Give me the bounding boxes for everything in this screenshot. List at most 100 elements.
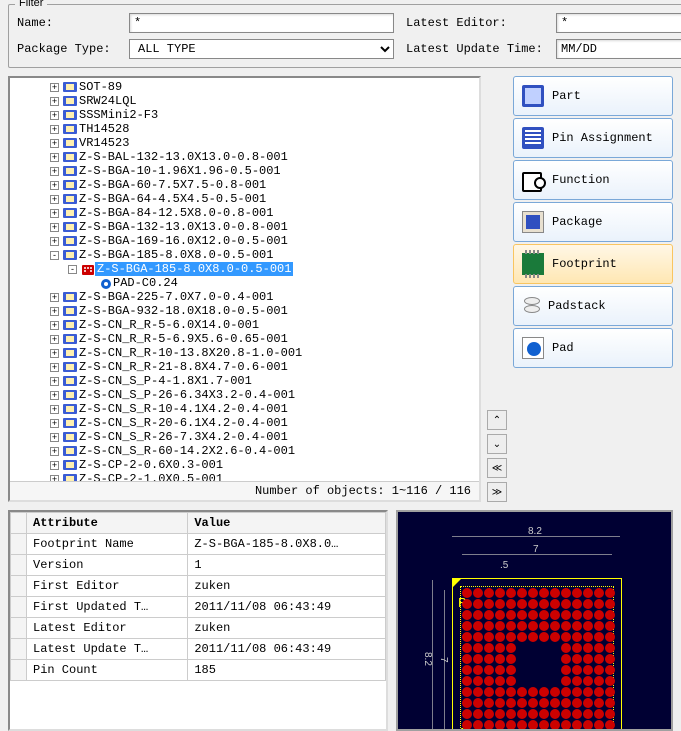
move-up-button[interactable]: ⌃ xyxy=(487,410,507,430)
expand-icon[interactable]: + xyxy=(50,405,59,414)
expand-icon[interactable]: + xyxy=(50,125,59,134)
col-value[interactable]: Value xyxy=(188,513,386,534)
expand-icon[interactable]: + xyxy=(50,321,59,330)
table-row[interactable]: Footprint NameZ-S-BGA-185-8.0X8.0… xyxy=(11,534,386,555)
expand-icon[interactable]: + xyxy=(50,475,59,482)
pkg-icon xyxy=(63,179,77,191)
tree-item[interactable]: +TH14528 xyxy=(12,122,479,136)
expand-icon[interactable]: + xyxy=(50,153,59,162)
expand-icon[interactable]: + xyxy=(50,461,59,470)
tree-item[interactable]: +Z-S-BAL-132-13.0X13.0-0.8-001 xyxy=(12,150,479,164)
part-icon xyxy=(522,85,544,107)
tree-item[interactable]: +Z-S-BGA-132-13.0X13.0-0.8-001 xyxy=(12,220,479,234)
expand-icon[interactable]: + xyxy=(50,97,59,106)
expand-icon[interactable]: + xyxy=(50,307,59,316)
category-part[interactable]: Part xyxy=(513,76,673,116)
tree-item[interactable]: +Z-S-CN_R_R-21-8.8X4.7-0.6-001 xyxy=(12,360,479,374)
category-pad[interactable]: Pad xyxy=(513,328,673,368)
expand-icon[interactable]: + xyxy=(50,237,59,246)
expand-icon[interactable]: + xyxy=(50,167,59,176)
tree-item[interactable]: +Z-S-CN_S_R-26-7.3X4.2-0.4-001 xyxy=(12,430,479,444)
package-type-select[interactable]: ALL TYPE xyxy=(129,39,394,59)
tree-item[interactable]: +Z-S-CN_S_R-10-4.1X4.2-0.4-001 xyxy=(12,402,479,416)
expand-icon[interactable]: + xyxy=(50,83,59,92)
expand-icon[interactable]: + xyxy=(50,139,59,148)
category-label: Pin Assignment xyxy=(552,131,653,145)
expand-icon[interactable]: + xyxy=(50,377,59,386)
table-row[interactable]: Version1 xyxy=(11,555,386,576)
bga-ball xyxy=(583,687,593,697)
tree-item[interactable]: +Z-S-BGA-225-7.0X7.0-0.4-001 xyxy=(12,290,479,304)
attr-value: zuken xyxy=(188,576,386,597)
expand-icon[interactable]: + xyxy=(50,363,59,372)
tree-item[interactable]: + Z-S-CN_R_R-5-6.9X5.6-0.65-001 xyxy=(12,332,479,346)
latest-editor-input[interactable] xyxy=(556,13,681,33)
category-func[interactable]: Function xyxy=(513,160,673,200)
attr-value: Z-S-BGA-185-8.0X8.0… xyxy=(188,534,386,555)
bga-ball xyxy=(550,687,560,697)
tree-item[interactable]: +Z-S-CN_S_R-20-6.1X4.2-0.4-001 xyxy=(12,416,479,430)
expand-icon[interactable]: + xyxy=(50,447,59,456)
expand-icon[interactable]: + xyxy=(50,111,59,120)
expand-icon[interactable]: - xyxy=(68,265,77,274)
tree-item[interactable]: +SSSMini2-F3 xyxy=(12,108,479,122)
tree-item[interactable]: PAD-C0.24 xyxy=(12,276,479,290)
category-pin[interactable]: Pin Assignment xyxy=(513,118,673,158)
bga-ball xyxy=(539,676,549,686)
table-row[interactable]: Pin Count185 xyxy=(11,660,386,681)
expand-icon[interactable]: + xyxy=(50,209,59,218)
bga-ball xyxy=(550,610,560,620)
tree-item[interactable]: -Z-S-BGA-185-8.0X8.0-0.5-001 xyxy=(12,248,479,262)
tree-item[interactable]: +Z-S-CN_S_R-60-14.2X2.6-0.4-001 xyxy=(12,444,479,458)
table-row[interactable]: First Updated T…2011/11/08 06:43:49 xyxy=(11,597,386,618)
table-row[interactable]: Latest Editorzuken xyxy=(11,618,386,639)
bga-ball xyxy=(473,643,483,653)
name-input[interactable] xyxy=(129,13,394,33)
expand-icon[interactable]: + xyxy=(50,223,59,232)
expand-icon[interactable]: - xyxy=(50,251,59,260)
latest-update-input[interactable] xyxy=(556,39,681,59)
expand-icon[interactable]: + xyxy=(50,195,59,204)
move-bottom-button[interactable]: ≫ xyxy=(487,482,507,502)
category-pkg[interactable]: Package xyxy=(513,202,673,242)
footprint-preview[interactable]: 8.2 7 .5 8.2 7 R A xyxy=(396,510,673,731)
tree-item[interactable]: + Z-S-CN_S_P-26-6.34X3.2-0.4-001 xyxy=(12,388,479,402)
bga-ball xyxy=(506,698,516,708)
category-fp[interactable]: Footprint xyxy=(513,244,673,284)
table-row[interactable]: Latest Update T…2011/11/08 06:43:49 xyxy=(11,639,386,660)
expand-icon[interactable]: + xyxy=(50,293,59,302)
tree-item[interactable]: +Z-S-CN_S_P-4-1.8X1.7-001 xyxy=(12,374,479,388)
col-attribute[interactable]: Attribute xyxy=(27,513,188,534)
tree-item[interactable]: - Z-S-BGA-185-8.0X8.0-0.5-001 xyxy=(12,262,479,276)
expand-icon[interactable]: + xyxy=(50,391,59,400)
tree-item[interactable]: +Z-S-BGA-932-18.0X18.0-0.5-001 xyxy=(12,304,479,318)
expand-icon[interactable]: + xyxy=(50,181,59,190)
tree-item[interactable]: +SRW24LQL xyxy=(12,94,479,108)
category-pst[interactable]: Padstack xyxy=(513,286,673,326)
bga-ball xyxy=(473,687,483,697)
tree-scroll[interactable]: +SOT-89+SRW24LQL+SSSMini2-F3+TH14528+VR1… xyxy=(10,78,479,481)
tree-item[interactable]: +Z-S-BGA-10-1.96X1.96-0.5-001 xyxy=(12,164,479,178)
expand-icon[interactable]: + xyxy=(50,433,59,442)
tree-item-label: Z-S-BGA-169-16.0X12.0-0.5-001 xyxy=(79,234,288,248)
tree-item[interactable]: + Z-S-BGA-169-16.0X12.0-0.5-001 xyxy=(12,234,479,248)
tree-item[interactable]: +Z-S-CN_R_R-10-13.8X20.8-1.0-001 xyxy=(12,346,479,360)
expand-icon[interactable]: + xyxy=(50,335,59,344)
tree-item[interactable]: +SOT-89 xyxy=(12,80,479,94)
tree-item-label: Z-S-CN_R_R-5-6.9X5.6-0.65-001 xyxy=(79,332,288,346)
tree-item[interactable]: +Z-S-CP-2-0.6X0.3-001 xyxy=(12,458,479,472)
bga-ball xyxy=(495,599,505,609)
tree-item-label: Z-S-BGA-185-8.0X8.0-0.5-001 xyxy=(95,262,293,276)
expand-icon[interactable]: + xyxy=(50,419,59,428)
move-down-button[interactable]: ⌄ xyxy=(487,434,507,454)
move-top-button[interactable]: ≪ xyxy=(487,458,507,478)
tree-item[interactable]: +VR14523 xyxy=(12,136,479,150)
tree-item-label: Z-S-CN_S_P-26-6.34X3.2-0.4-001 xyxy=(79,388,295,402)
tree-item[interactable]: +Z-S-BGA-64-4.5X4.5-0.5-001 xyxy=(12,192,479,206)
tree-item[interactable]: +Z-S-BGA-60-7.5X7.5-0.8-001 xyxy=(12,178,479,192)
table-row[interactable]: First Editorzuken xyxy=(11,576,386,597)
tree-item[interactable]: +Z-S-CP-2-1.0X0.5-001 xyxy=(12,472,479,481)
expand-icon[interactable]: + xyxy=(50,349,59,358)
tree-item[interactable]: +Z-S-BGA-84-12.5X8.0-0.8-001 xyxy=(12,206,479,220)
tree-item[interactable]: +Z-S-CN_R_R-5-6.0X14.0-001 xyxy=(12,318,479,332)
